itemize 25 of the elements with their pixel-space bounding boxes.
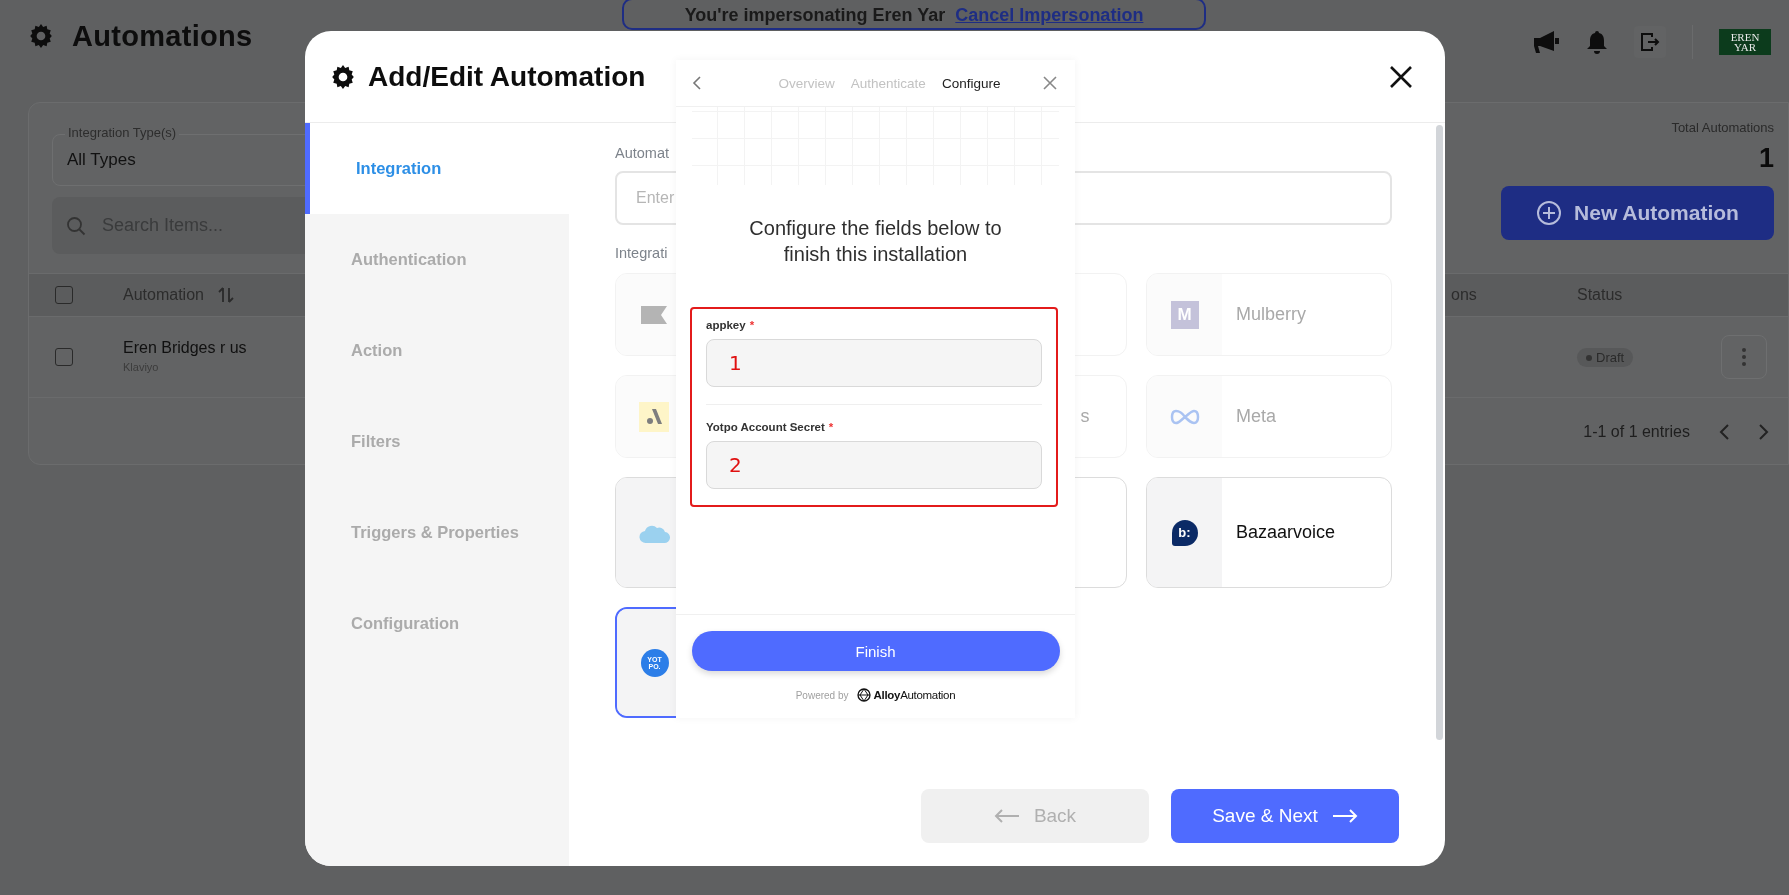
total-count: 1 [1758, 143, 1774, 174]
select-value: All Types [67, 150, 136, 170]
annotation-number: 1 [729, 351, 742, 375]
app-name: Meta [1236, 406, 1277, 427]
powered-by-text: Powered by [795, 689, 849, 701]
modal-title: Add/Edit Automation [368, 60, 646, 93]
select-label: Integration Type(s) [65, 125, 180, 140]
field-label: Automat [615, 145, 669, 163]
total-label: Total Automations [1671, 120, 1774, 135]
banner-text: You're impersonating Eren Yar [684, 4, 946, 26]
configure-heading: Configure the fields below to finish this installation [748, 216, 1003, 267]
placeholder-text: Enter [636, 189, 675, 207]
field-label: Integrati [615, 245, 668, 263]
annotation-number: 2 [729, 453, 742, 477]
app-name: s [1080, 406, 1090, 427]
field-label: appkey * [706, 319, 756, 331]
page-title: Automations [72, 19, 253, 53]
field-label: Yotpo Account Secret * [706, 421, 835, 433]
app-name: Mulberry [1236, 304, 1306, 325]
app-name: Bazaarvoice [1236, 522, 1336, 543]
automation-name: Eren Bridges r us [123, 339, 247, 356]
pagination-text: 1-1 of 1 entries [1583, 423, 1690, 441]
brand-name: AlloyAutomation [873, 689, 956, 701]
mulberry-logo: M [1170, 300, 1199, 329]
bazaarvoice-logo: b: [1171, 519, 1198, 546]
